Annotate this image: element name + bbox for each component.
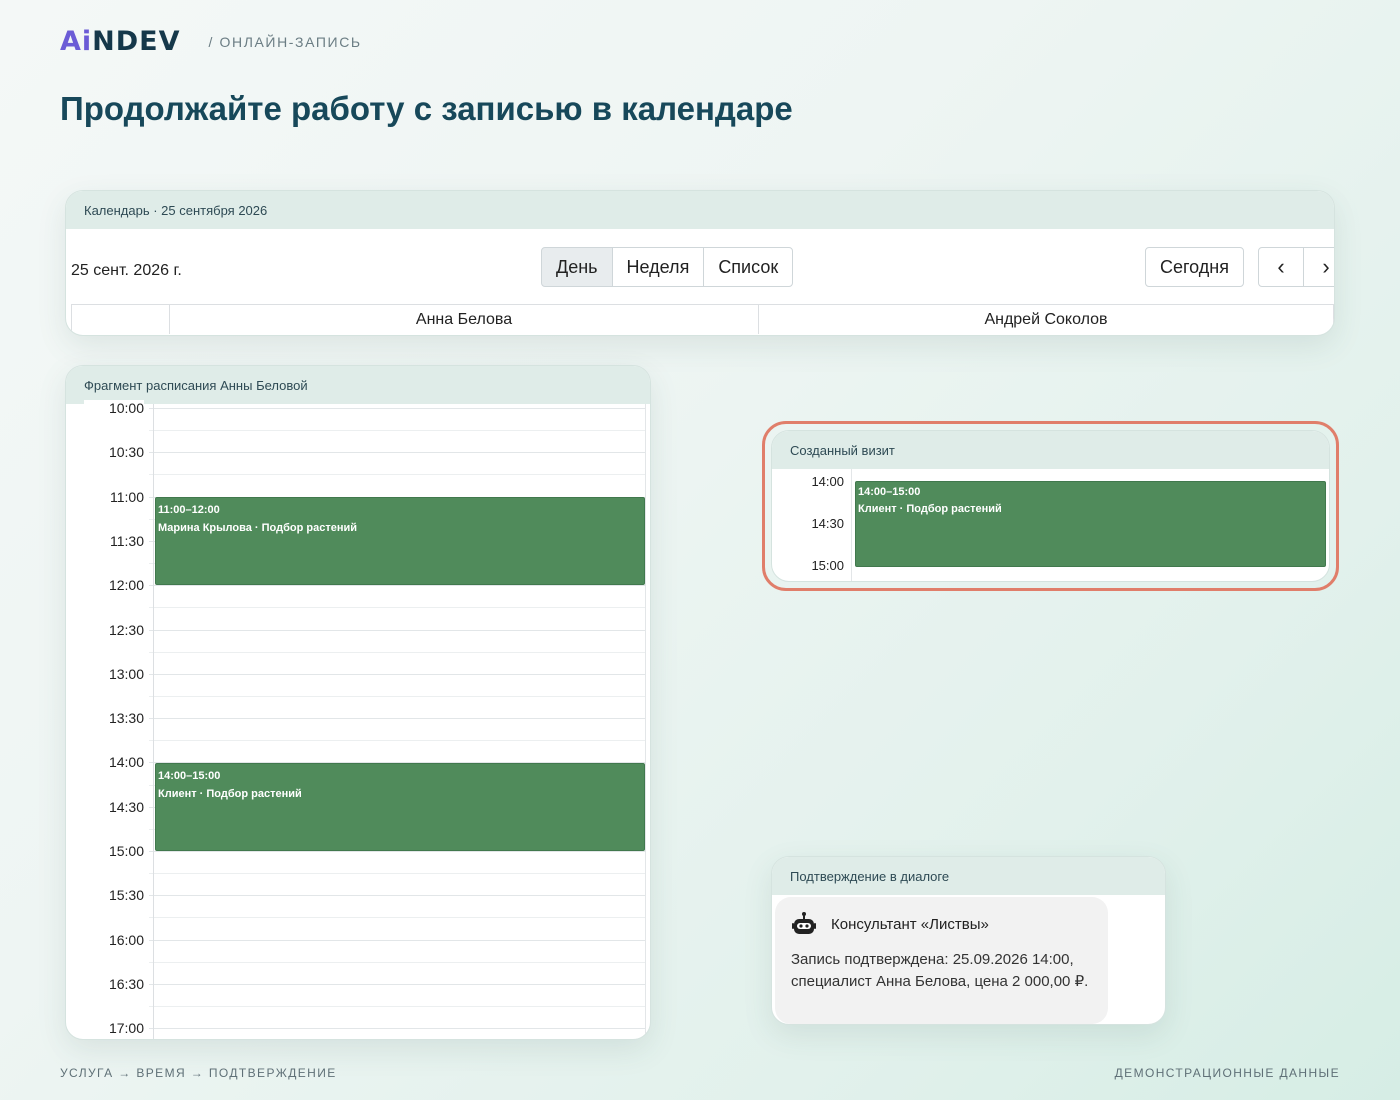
slot-line (149, 1028, 646, 1030)
time-label: 13:30 (84, 710, 144, 727)
slot-line (149, 408, 646, 409)
event-time: 11:00–12:00 (158, 504, 220, 516)
created-visit-grid: 14:00 14:30 15:00 14:00–15:00 Клиент · П… (772, 469, 1329, 581)
event-label: Клиент · Подбор растений (858, 503, 1002, 515)
header: AiNDEV / ОНЛАЙН-ЗАПИСЬ (60, 28, 362, 55)
page-title: Продолжайте работу с записью в календаре (60, 90, 793, 127)
time-label: 10:30 (84, 444, 144, 461)
time-label: 11:30 (84, 532, 144, 549)
today-button[interactable]: Сегодня (1145, 247, 1244, 287)
slot-line (149, 895, 646, 897)
robot-icon (792, 912, 816, 934)
chat-sender: Консультант «Листвы» (791, 911, 1092, 937)
dialog-card-title: Подтверждение в диалоге (772, 857, 1165, 895)
chevron-left-icon: ‹ (1277, 254, 1285, 279)
calendar-card-title: Календарь · 25 сентября 2026 (66, 191, 1334, 229)
resource-header-row: Анна Белова Андрей Соколов (71, 304, 1334, 334)
time-label: 14:30 (811, 516, 844, 531)
view-week-button[interactable]: Неделя (611, 247, 705, 287)
slot-line (149, 585, 646, 587)
slot-line (149, 452, 646, 454)
calendar-date: 25 сент. 2026 г. (71, 262, 182, 279)
time-label: 11:00 (84, 488, 144, 505)
section-label: / ОНЛАЙН-ЗАПИСЬ (208, 33, 362, 50)
slot-line (149, 430, 646, 432)
view-list-button[interactable]: Список (703, 247, 794, 287)
slot-line (149, 851, 646, 852)
slot-line (149, 474, 646, 476)
resource-column-header[interactable]: Анна Белова (170, 305, 759, 334)
dialog-card: Подтверждение в диалоге Консультант «Лис… (771, 856, 1166, 1025)
time-label: 15:00 (811, 558, 844, 573)
slot-line (149, 607, 646, 609)
footer-steps: УСЛУГА → ВРЕМЯ → ПОДТВЕРЖДЕНИЕ (60, 1066, 337, 1080)
slot-line (149, 695, 646, 697)
prev-button[interactable]: ‹ (1258, 247, 1304, 287)
time-label: 15:30 (84, 887, 144, 904)
calendar-toolbar: 25 сент. 2026 г. День Неделя Список Сего… (66, 229, 1334, 303)
schedule-grid: 11:00–12:00 Марина Крылова · Подбор раст… (66, 400, 650, 1039)
slot-line (149, 917, 646, 919)
time-gutter-divider (851, 469, 852, 581)
created-visit-event[interactable]: 14:00–15:00 Клиент · Подбор растений (855, 481, 1326, 567)
slot-line (149, 629, 646, 631)
slot-line (149, 983, 646, 985)
created-visit-title: Созданный визит (772, 431, 1329, 469)
resource-column-header[interactable]: Андрей Соколов (759, 305, 1333, 334)
slot-line (149, 673, 646, 675)
time-label: 14:00 (811, 474, 844, 489)
time-label: 12:30 (84, 621, 144, 638)
slot-line (149, 873, 646, 875)
calendar-event[interactable]: 14:00–15:00 Клиент · Подбор растений (155, 763, 645, 851)
time-label: 16:30 (84, 975, 144, 992)
chat-bubble: Консультант «Листвы» Запись подтверждена… (775, 897, 1108, 1024)
resource-gutter (72, 305, 170, 334)
chevron-right-icon: › (1322, 254, 1330, 279)
time-gutter-divider (153, 404, 154, 1039)
view-day-button[interactable]: День (541, 247, 613, 287)
event-label: Марина Крылова · Подбор растений (158, 522, 357, 534)
event-time: 14:00–15:00 (158, 770, 221, 782)
slot-line (149, 1006, 646, 1008)
slot-line (149, 939, 646, 941)
slot-line (149, 718, 646, 720)
time-label: 12:00 (84, 577, 144, 594)
schedule-card: Фрагмент расписания Анны Беловой 11:00–1… (65, 365, 651, 1040)
time-label: 14:30 (84, 798, 144, 815)
calendar-event[interactable]: 11:00–12:00 Марина Крылова · Подбор раст… (155, 497, 645, 585)
next-button[interactable]: › (1303, 247, 1334, 287)
view-switcher: День Неделя Список (541, 247, 794, 287)
sender-name: Консультант «Листвы» (831, 915, 989, 933)
brand-logo[interactable]: AiNDEV (60, 28, 181, 55)
created-visit-card: Созданный визит 14:00 14:30 15:00 14:00–… (771, 430, 1330, 582)
time-label: 16:00 (84, 931, 144, 948)
chat-message: Запись подтверждена: 25.09.2026 14:00, с… (791, 951, 1089, 990)
footer-note: ДЕМОНСТРАЦИОННЫЕ ДАННЫЕ (1114, 1066, 1340, 1080)
slot-line (149, 961, 646, 963)
grid-right-border (645, 404, 646, 1039)
time-label: 15:00 (84, 843, 144, 859)
slot-line (149, 740, 646, 742)
schedule-card-title: Фрагмент расписания Анны Беловой (66, 366, 650, 404)
event-label: Клиент · Подбор растений (158, 788, 302, 800)
time-label: 17:00 (84, 1020, 144, 1037)
time-label: 10:00 (84, 400, 144, 416)
slot-line (149, 651, 646, 653)
time-label: 14:00 (84, 754, 144, 771)
event-time: 14:00–15:00 (858, 486, 921, 498)
calendar-card: Календарь · 25 сентября 2026 25 сент. 20… (65, 190, 1335, 336)
time-label: 13:00 (84, 665, 144, 682)
date-navigation: ‹ › (1258, 247, 1334, 287)
